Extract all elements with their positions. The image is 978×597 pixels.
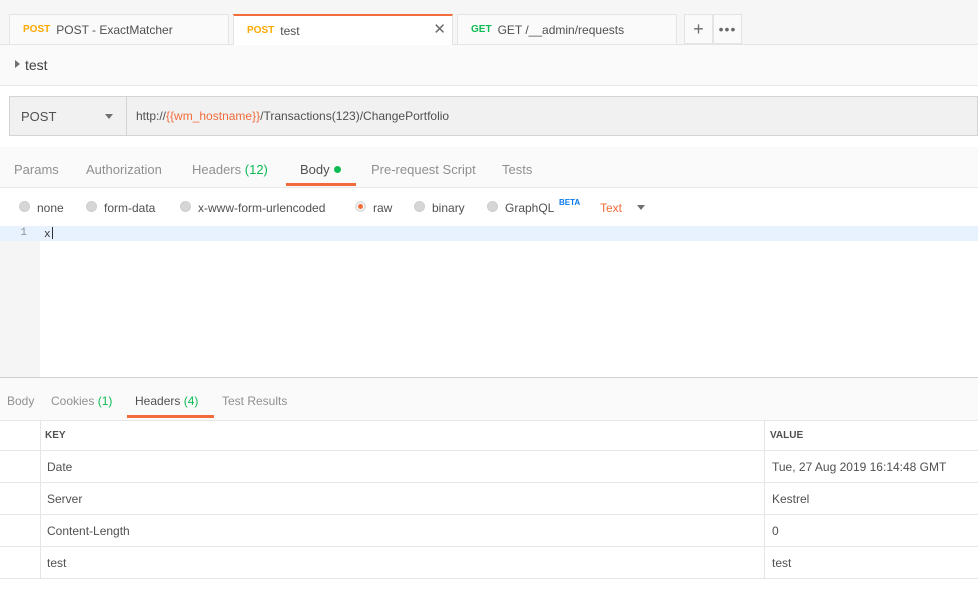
column-divider: [40, 483, 41, 514]
active-line-highlight: [0, 226, 978, 241]
method-badge: GET: [471, 24, 492, 35]
response-tab-cookies-label: Cookies: [51, 394, 95, 408]
radio-graphql[interactable]: [487, 201, 498, 212]
header-value: 0: [772, 524, 779, 538]
radio-form-data-label[interactable]: form-data: [104, 201, 155, 215]
header-key: test: [47, 556, 67, 570]
request-tab-test[interactable]: POST test ✕: [233, 14, 453, 45]
header-value: test: [772, 556, 792, 570]
header-key: Date: [47, 460, 73, 474]
chevron-down-icon[interactable]: [637, 205, 645, 210]
request-tab-label: GET /__admin/requests: [497, 22, 625, 37]
ellipsis-icon: •••: [718, 21, 737, 37]
response-headers-table: KEY VALUE Date Tue, 27 Aug 2019 16:14:48…: [0, 420, 978, 579]
format-select[interactable]: Text: [600, 201, 622, 215]
text-cursor: [51, 227, 53, 239]
table-row: Server Kestrel: [0, 483, 978, 515]
new-tab-button[interactable]: +: [684, 14, 713, 44]
column-divider: [764, 515, 765, 546]
body-editor[interactable]: 1 x: [0, 226, 978, 377]
url-bar: POST http://{{wm_hostname}}/Transactions…: [9, 96, 978, 136]
radio-form-data[interactable]: [86, 201, 97, 212]
column-divider: [40, 547, 41, 578]
tab-body-label: Body: [300, 162, 330, 177]
radio-raw[interactable]: [355, 201, 366, 212]
tab-headers-label: Headers: [192, 162, 242, 177]
column-divider: [40, 451, 41, 482]
table-row: test test: [0, 547, 978, 579]
tab-authorization[interactable]: Authorization: [86, 162, 162, 177]
caret-right-icon[interactable]: [15, 60, 20, 68]
line-number: 1: [20, 227, 27, 239]
close-icon[interactable]: ✕: [433, 22, 446, 37]
tab-headers-count: (12): [244, 162, 268, 177]
status-dot-icon: [333, 166, 341, 173]
url-prefix: http://: [136, 109, 167, 123]
radio-binary[interactable]: [414, 201, 425, 212]
method-badge: POST: [247, 25, 275, 36]
request-name-row: test: [0, 45, 978, 86]
method-select-value: POST: [21, 109, 57, 124]
radio-urlencoded-label[interactable]: x-www-form-urlencoded: [198, 201, 325, 215]
url-variable: {{wm_hostname}}: [166, 109, 261, 123]
tab-headers[interactable]: Headers (12): [192, 162, 268, 177]
url-suffix: /Transactions(123)/ChangePortfolio: [260, 109, 450, 123]
active-tab-indicator: [127, 415, 214, 418]
request-tab-bar: POST POST - ExactMatcher POST test ✕ GET…: [0, 0, 978, 45]
response-tab-headers-count: (4): [183, 394, 199, 408]
editor-content[interactable]: x: [44, 227, 53, 241]
column-divider: [40, 420, 41, 450]
response-tab-test-results[interactable]: Test Results: [222, 394, 287, 408]
header-key: Content-Length: [47, 524, 130, 538]
header-value: Tue, 27 Aug 2019 16:14:48 GMT: [772, 460, 947, 474]
method-select[interactable]: POST: [10, 97, 127, 135]
column-divider: [764, 451, 765, 482]
active-tab-indicator: [286, 183, 356, 186]
request-tab-exactmatcher[interactable]: POST POST - ExactMatcher: [9, 14, 229, 44]
column-divider: [764, 420, 765, 450]
tab-tests[interactable]: Tests: [502, 162, 532, 177]
radio-none[interactable]: [19, 201, 30, 212]
editor-text: x: [44, 229, 51, 241]
table-row: Date Tue, 27 Aug 2019 16:14:48 GMT: [0, 451, 978, 483]
editor-gutter: [0, 226, 40, 377]
table-row: Content-Length 0: [0, 515, 978, 547]
response-tab-cookies[interactable]: Cookies (1): [51, 394, 112, 408]
request-subtabs: Params Authorization Headers (12) Body P…: [0, 147, 978, 188]
column-divider: [764, 483, 765, 514]
key-column-header: KEY: [45, 430, 66, 441]
column-divider: [40, 515, 41, 546]
radio-none-label[interactable]: none: [37, 201, 64, 215]
response-tab-cookies-count: (1): [97, 394, 113, 408]
chevron-down-icon: [105, 114, 113, 119]
table-header-row: KEY VALUE: [0, 420, 978, 451]
radio-raw-label[interactable]: raw: [373, 201, 392, 215]
url-input[interactable]: http://{{wm_hostname}}/Transactions(123)…: [136, 109, 449, 123]
header-value: Kestrel: [772, 492, 810, 506]
radio-urlencoded[interactable]: [180, 201, 191, 212]
value-column-header: VALUE: [770, 430, 804, 441]
more-tabs-button[interactable]: •••: [713, 14, 742, 44]
radio-binary-label[interactable]: binary: [432, 201, 465, 215]
tab-body[interactable]: Body: [300, 162, 341, 177]
request-tab-label: test: [280, 23, 300, 38]
beta-badge: BETA: [559, 198, 581, 207]
radio-graphql-label[interactable]: GraphQL: [505, 201, 554, 215]
header-key: Server: [47, 492, 83, 506]
tab-prerequest-script[interactable]: Pre-request Script: [371, 162, 476, 177]
plus-icon: +: [693, 18, 704, 39]
request-name[interactable]: test: [25, 57, 48, 73]
request-tab-admin-requests[interactable]: GET GET /__admin/requests: [457, 14, 677, 44]
tab-params[interactable]: Params: [14, 162, 59, 177]
request-tab-label: POST - ExactMatcher: [56, 22, 173, 37]
response-tab-body[interactable]: Body: [7, 394, 34, 408]
column-divider: [764, 547, 765, 578]
response-tab-headers-label: Headers: [135, 394, 181, 408]
response-tab-headers[interactable]: Headers (4): [135, 394, 198, 408]
method-badge: POST: [23, 24, 51, 35]
body-type-selector: none form-data x-www-form-urlencoded raw…: [0, 188, 978, 226]
